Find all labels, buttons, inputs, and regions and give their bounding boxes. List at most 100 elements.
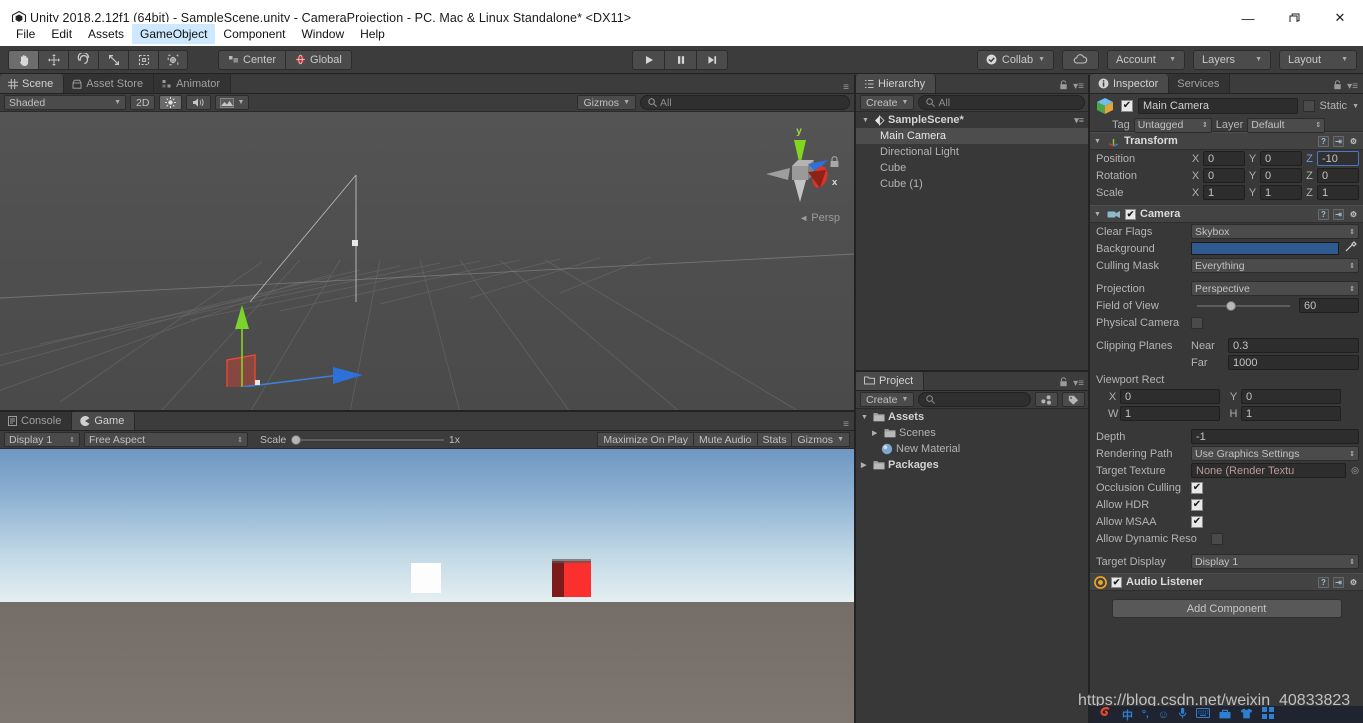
menu-assets[interactable]: Assets (80, 24, 132, 44)
gear-icon[interactable]: ⚙ (1348, 136, 1359, 147)
hierarchy-row-cube-1[interactable]: Cube (1) (856, 176, 1089, 192)
scene-lock-icon[interactable] (829, 156, 840, 171)
project-row-scenes[interactable]: ▶ Scenes (856, 425, 1089, 441)
menu-component[interactable]: Component (215, 24, 293, 44)
preset-icon[interactable]: ⇥ (1333, 135, 1344, 147)
scene-viewport[interactable]: y z x (0, 112, 854, 411)
hierarchy-search-input[interactable]: All (918, 95, 1085, 110)
position-z-input[interactable]: -10 (1317, 151, 1359, 166)
scale-x-input[interactable]: 1 (1203, 185, 1245, 200)
tab-project[interactable]: Project (856, 371, 925, 390)
add-component-button[interactable]: Add Component (1111, 599, 1342, 618)
chevron-down-icon[interactable]: ▼ (1094, 211, 1103, 218)
layout-button[interactable]: Layout ▼ (1279, 49, 1357, 70)
viewport-x-input[interactable]: 0 (1120, 389, 1220, 404)
scale-z-input[interactable]: 1 (1317, 185, 1359, 200)
hierarchy-create-button[interactable]: Create ▼ (860, 95, 915, 110)
object-enabled-checkbox[interactable]: ✔ (1121, 100, 1133, 112)
keyboard-icon[interactable] (1196, 708, 1211, 721)
chevron-down-icon[interactable]: ▼ (1352, 103, 1359, 110)
background-color-swatch[interactable] (1191, 242, 1339, 255)
scale-y-input[interactable]: 1 (1260, 185, 1302, 200)
viewport-w-input[interactable]: 1 (1120, 406, 1220, 421)
scene-lighting-toggle[interactable] (159, 95, 183, 110)
maximize-on-play-button[interactable]: Maximize On Play (597, 432, 694, 447)
panel-menu-icon[interactable]: ▾≡ (1073, 378, 1084, 389)
fov-slider[interactable] (1191, 300, 1296, 311)
panel-menu-icon[interactable]: ▾≡ (1073, 81, 1084, 92)
rotation-x-input[interactable]: 0 (1203, 168, 1245, 183)
tab-game[interactable]: Game (72, 411, 136, 430)
allow-msaa-checkbox[interactable]: ✔ (1191, 515, 1203, 528)
target-texture-field[interactable]: None (Render Textu (1191, 463, 1347, 478)
fov-input[interactable]: 60 (1299, 298, 1359, 313)
account-button[interactable]: Account ▼ (1107, 49, 1185, 70)
scene-gizmos-dropdown[interactable]: Gizmos ▼ (577, 95, 636, 110)
static-checkbox[interactable] (1302, 100, 1315, 112)
panel-menu-icon[interactable]: ≡ (843, 82, 849, 93)
project-filter-type-button[interactable] (1035, 392, 1058, 407)
chevron-down-icon[interactable]: ▼ (861, 414, 870, 421)
project-filter-label-button[interactable] (1062, 392, 1085, 407)
microphone-icon[interactable] (1178, 707, 1187, 722)
divider-scene-game[interactable] (0, 410, 854, 412)
panel-menu-icon[interactable]: ≡ (843, 419, 849, 430)
project-create-button[interactable]: Create ▼ (860, 392, 915, 407)
lock-icon[interactable] (1059, 377, 1068, 390)
near-input[interactable]: 0.3 (1228, 338, 1359, 353)
tab-animator[interactable]: Animator (154, 74, 232, 93)
chinese-input-icon[interactable]: 中 (1122, 707, 1133, 723)
target-display-dropdown[interactable]: Display 1 ⇕ (1191, 554, 1359, 569)
gear-icon[interactable]: ⚙ (1348, 577, 1359, 588)
pivot-mode-button[interactable]: Center (218, 49, 286, 70)
tab-inspector[interactable]: Inspector (1090, 74, 1170, 93)
help-icon[interactable]: ? (1318, 208, 1329, 220)
step-button[interactable] (696, 49, 728, 70)
scale-slider[interactable] (291, 434, 444, 445)
tab-hierarchy[interactable]: Hierarchy (856, 74, 937, 93)
stats-button[interactable]: Stats (757, 432, 793, 447)
audio-listener-enabled-checkbox[interactable]: ✔ (1111, 576, 1122, 588)
chevron-down-icon[interactable]: ▼ (862, 117, 871, 124)
cloud-button[interactable] (1062, 49, 1099, 70)
move-tool-button[interactable] (38, 49, 68, 70)
position-x-input[interactable]: 0 (1203, 151, 1245, 166)
allow-hdr-checkbox[interactable]: ✔ (1191, 498, 1203, 511)
tab-console[interactable]: Console (0, 411, 73, 430)
physical-camera-checkbox[interactable] (1191, 316, 1203, 329)
allow-dynamic-resolution-checkbox[interactable] (1211, 532, 1223, 545)
projection-dropdown[interactable]: Perspective ⇕ (1191, 281, 1359, 296)
transform-tool-button[interactable] (158, 49, 188, 70)
chevron-down-icon[interactable]: ▼ (1094, 138, 1103, 145)
clear-flags-dropdown[interactable]: Skybox ⇕ (1191, 224, 1359, 239)
gear-icon[interactable]: ⚙ (1348, 209, 1359, 220)
project-row-new-material[interactable]: New Material (856, 441, 1089, 457)
emoji-icon[interactable]: ☺ (1158, 709, 1169, 721)
preset-icon[interactable]: ⇥ (1333, 208, 1344, 220)
sogou-logo-icon[interactable] (1098, 706, 1113, 723)
mute-audio-button[interactable]: Mute Audio (693, 432, 758, 447)
viewport-h-input[interactable]: 1 (1241, 406, 1341, 421)
scene-audio-toggle[interactable] (186, 95, 212, 110)
skin-icon[interactable] (1240, 708, 1253, 722)
eyedropper-icon[interactable] (1342, 241, 1359, 256)
rotation-y-input[interactable]: 0 (1260, 168, 1302, 183)
chevron-right-icon[interactable]: ▶ (872, 429, 881, 437)
chevron-right-icon[interactable]: ▶ (861, 461, 870, 469)
rotate-tool-button[interactable] (68, 49, 98, 70)
scene-context-menu-icon[interactable]: ▾≡ (1074, 115, 1089, 126)
hierarchy-row-main-camera[interactable]: Main Camera (856, 128, 1089, 144)
layer-dropdown[interactable]: Default ⇕ (1247, 117, 1326, 133)
menu-file[interactable]: File (8, 24, 43, 44)
position-y-input[interactable]: 0 (1260, 151, 1302, 166)
object-name-field[interactable]: Main Camera (1138, 98, 1298, 114)
display-dropdown[interactable]: Display 1 ⇕ (4, 432, 80, 447)
space-mode-button[interactable]: Global (285, 49, 352, 70)
menu-edit[interactable]: Edit (43, 24, 80, 44)
scene-fx-toggle[interactable]: ▼ (215, 95, 250, 110)
tag-dropdown[interactable]: Untagged ⇕ (1133, 117, 1212, 133)
transform-component-header[interactable]: ▼ Transform ? ⇥ ⚙ (1090, 132, 1363, 150)
tab-asset-store[interactable]: Asset Store (64, 74, 155, 93)
divider-scene-hierarchy[interactable] (854, 75, 856, 723)
scene-projection-label[interactable]: ◄ Persp (799, 212, 840, 224)
